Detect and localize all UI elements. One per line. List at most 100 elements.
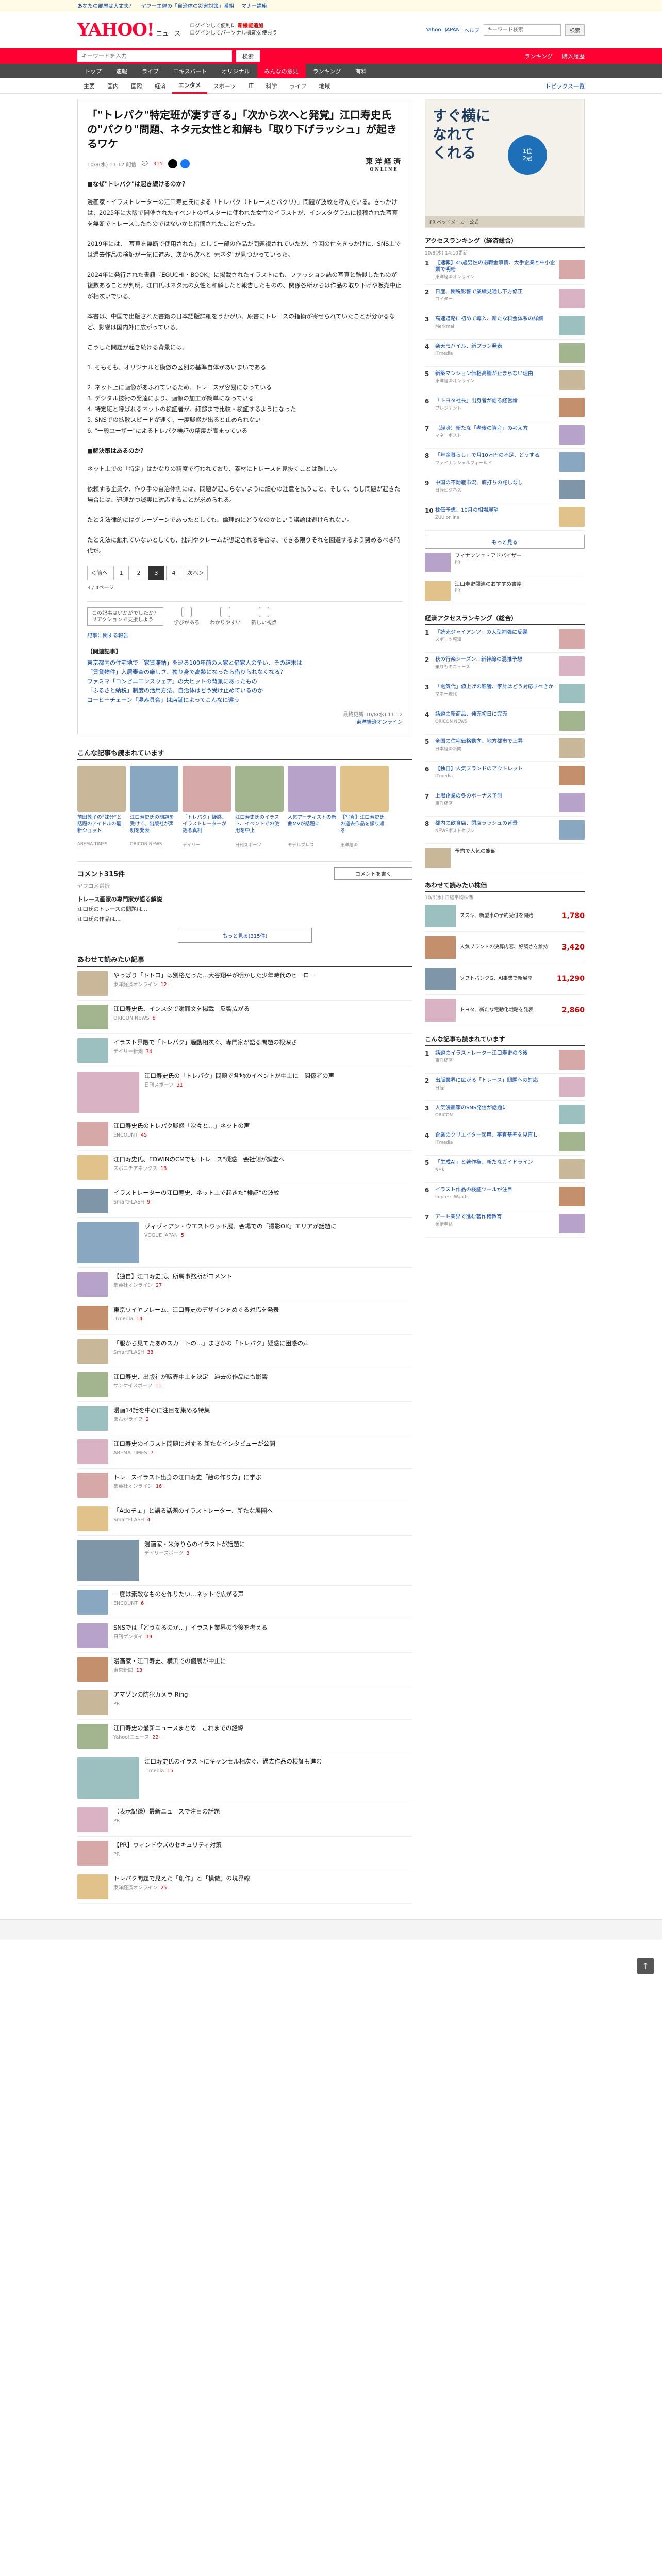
recommend-item[interactable]: トレースイラスト出身の江口寿史「絵の作り方」に学ぶ 集英社オンライン 16 [77,1469,412,1502]
photo-card[interactable]: 前田敦子の“妹分”と話題のアイドルの最新ショット ABEMA TIMES [77,766,126,848]
category-tab-6[interactable]: IT [242,78,259,94]
ranking-item[interactable]: 8 都内の飲食店、閉店ラッシュの背景 NEWSポストセブン [425,817,585,844]
recommend-item[interactable]: 一度は素敵なものを作りたい…ネットで広がる声 ENCOUNT 6 [77,1586,412,1619]
header-link-help[interactable]: ヘルプ [464,26,479,34]
recommend-item[interactable]: 江口寿史、出版社が販売中止を決定 過去の作品にも影響 サンケイスポーツ 11 [77,1368,412,1402]
publisher-logo[interactable]: 東洋経済 ONLINE [366,156,403,172]
reaction-clear[interactable]: わかりやすい [210,607,241,626]
nav-item-7[interactable]: 有料 [348,64,374,78]
recommend-item[interactable]: SNSでは「どうなるのか…」イラスト業界の今後を考える 日刊ゲンダイ 19 [77,1619,412,1653]
nav-item-4[interactable]: オリジナル [214,64,257,78]
category-tab-9[interactable]: 地域 [312,78,336,94]
recommend-item[interactable]: やっぱり「トトロ」は別格だった…大谷翔平が明かした少年時代のヒーロー 東洋経済オン… [77,967,412,1001]
x-share-icon[interactable] [168,159,177,168]
recommend-item[interactable]: 【独自】江口寿史氏、所属事務所がコメント 集英社オンライン 27 [77,1268,412,1301]
recommend-item[interactable]: 「Adoチェ」と語る話題のイラストレーター、新たな展開へ SmartFLASH 4 [77,1502,412,1536]
header-link-yahoo[interactable]: Yahoo! JAPAN [426,27,460,33]
recommend-item[interactable]: 【PR】ウィンドウズのセキュリティ対策 PR [77,1837,412,1870]
ranking-item[interactable]: 8 「年金暮らし」で月10万円の不足、どうする ファイナンシャルフィールド [425,449,585,476]
category-tab-3[interactable]: 経済 [148,78,172,94]
recommend-item[interactable]: 東京ワイヤフレーム、江口寿史のデザインをめぐる対応を発表 ITmedia 14 [77,1301,412,1335]
photo-card[interactable]: 「トレパク」疑惑、イラストレーターが語る真相 デイリー [183,766,231,848]
ranking-item[interactable]: 1 【速報】45歳男性の退職金事情、大手企業と中小企業で明暗 東洋経済オンライン [425,256,585,285]
eco-pr[interactable]: 予約で人気の旅館 [425,844,585,872]
category-tab-1[interactable]: 国内 [101,78,125,94]
recommend-item[interactable]: 「服から見てたあのスカートの…」まさかの「トレパク」疑惑に困惑の声 SmartFL… [77,1335,412,1368]
photo-card[interactable]: 江口寿史氏の問題を受けて、出版社が声明を発表 ORICON NEWS [130,766,178,848]
topics-list-link[interactable]: トピックス一覧 [545,82,585,90]
reaction-learn[interactable]: 学びがある [174,607,200,626]
comment-count[interactable]: 315 [153,161,163,167]
ranking-item[interactable]: 7 上場企業の冬のボーナス予測 東洋経済 [425,789,585,817]
pr-item[interactable]: 江口寿史関連のおすすめ書籍 PR [425,577,585,605]
recommend-item[interactable]: イラスト界隈で「トレパク」騒動相次ぐ、専門家が語る問題の根深さ デイリー新潮 34 [77,1034,412,1067]
recommend-item[interactable]: 江口寿史の最新ニュースまとめ これまでの経緯 Yahoo!ニュース 22 [77,1720,412,1753]
ranking-item[interactable]: 2 日産、関税影響で業績見通し下方修正 ロイター [425,285,585,312]
nav-item-2[interactable]: ライブ [135,64,166,78]
reaction-new[interactable]: 新しい視点 [251,607,277,626]
recommend-item[interactable]: 江口寿史氏、EDWINのCMでも"トレース"疑惑 会社側が調査へ スポニチアネック… [77,1151,412,1184]
sidebar-ad[interactable]: すぐ横に なれて くれる 1位 2冠 PR ベッドメーカー公式 [425,99,585,228]
ranking-item[interactable]: 6 「トヨタ社長」出身者が語る経営論 プレジデント [425,394,585,421]
page-link-0[interactable]: ＜前へ [87,566,111,580]
topbar-link-2[interactable]: ヤフー主催の「自治体の災害対策」番組 [141,2,234,9]
ranking-item[interactable]: 5 「生成AI」と著作権、新たなガイドライン NHK [425,1156,585,1183]
ranking-item[interactable]: 7 アート業界で進む著作権教育 美術手帖 [425,1210,585,1238]
photo-card[interactable]: 人気アーティストの新曲MVが話題に モデルプレス [288,766,336,848]
nav-item-6[interactable]: ランキング [306,64,349,78]
recommend-item[interactable]: 漫画14話を中心に注目を集める特集 まんがライフ 2 [77,1402,412,1435]
recommend-item[interactable]: 漫画家・江口寿史、横浜での個展が中止に 東京新聞 13 [77,1653,412,1686]
recommend-item[interactable]: 江口寿史のイラスト問題に対する 新たなインタビューが公開 ABEMA TIMES 7 [77,1435,412,1469]
recommend-item[interactable]: ヴィヴィアン・ウエストウッド展、会場での「撮影OK」エリアが話題に VOGUE J… [77,1218,412,1268]
ranking-item[interactable]: 3 人気漫画家のSNS発信が話題に ORICON [425,1101,585,1128]
ranking-item[interactable]: 1 話題のイラストレーター江口寿史の今後 東洋経済 [425,1046,585,1074]
related-link[interactable]: 「賃貸物件」入居審査の厳しさ、独り身で高齢になったら借りられなくなる？ [87,668,403,677]
category-tab-7[interactable]: 科学 [259,78,283,94]
stock-item[interactable]: スズキ、新型車の予約受付を開始 1,780 [425,901,585,932]
comment-icon[interactable]: 💬 [141,161,147,167]
topbar-link-1[interactable]: あなたの部屋は大丈夫？ [77,2,134,9]
back-to-top-button[interactable]: ↑ [637,1958,654,1974]
publisher-link[interactable]: 東洋経済オンライン [356,720,403,725]
more-comments-button[interactable]: もっと見る(315件) [178,928,312,943]
related-link[interactable]: 「ふるさと納税」制度の活用方法、自治体はどう受け止めているのか [87,686,403,696]
write-comment-button[interactable]: コメントを書く [334,867,412,880]
page-link-4[interactable]: 4 [166,566,181,580]
ranking-item[interactable]: 4 企業のクリエイター起用、審査基準を見直し ITmedia [425,1128,585,1156]
ranking-item[interactable]: 2 出版業界に広がる「トレース」問題への対応 日経 [425,1074,585,1101]
stock-item[interactable]: 人気ブランドの決算内容、好調さを維持 3,420 [425,932,585,963]
nav-item-3[interactable]: エキスパート [166,64,214,78]
ranking-item[interactable]: 5 新築マンション価格高騰が止まらない理由 東洋経済オンライン [425,367,585,394]
facebook-share-icon[interactable] [180,159,190,168]
category-tab-8[interactable]: ライフ [283,78,312,94]
page-link-3[interactable]: 3 [148,566,164,580]
ranking-item[interactable]: 7 （経済）新たな「老後の資産」の考え方 マネーポスト [425,421,585,449]
category-tab-0[interactable]: 主要 [77,78,101,94]
expert-comment-title[interactable]: トレース画家の専門家が語る解説 [77,895,412,903]
ranking-item[interactable]: 6 【独自】人気ブランドのアウトレット ITmedia [425,762,585,789]
access-more-button[interactable]: もっと見る [425,535,585,549]
header-search-input[interactable] [484,24,561,36]
recommend-item[interactable]: 江口寿史氏の「トレパク」問題で各地のイベントが中止に 関係者の声 日刊スポーツ 21 [77,1067,412,1117]
related-link[interactable]: 東京都内の住宅地で「家賃滞納」を巡る100年前の大家と借家人の争い、その結末は [87,658,403,668]
ranking-item[interactable]: 4 楽天モバイル、新プラン発表 ITmedia [425,340,585,367]
recommend-item[interactable]: （表示記録）最新ニュースで注目の話題 PR [77,1803,412,1837]
news-search-input[interactable] [77,50,232,62]
ranking-item[interactable]: 6 イラスト作品の検証ツールが注目 Impress Watch [425,1183,585,1210]
page-link-1[interactable]: 1 [113,566,129,580]
recommend-item[interactable]: 江口寿史氏のトレパク疑惑「次々と…」ネットの声 ENCOUNT 45 [77,1117,412,1151]
related-link[interactable]: ファミマ「コンビニエンスウェア」の大ヒットの背景にあったもの [87,677,403,686]
ranking-item[interactable]: 3 「電気代」値上げの影響、家計はどう対応すべきか マネー現代 [425,680,585,707]
nav-item-0[interactable]: トップ [77,64,109,78]
logo[interactable]: YAHOO! ニュース [77,20,180,40]
recommend-item[interactable]: トレパク問題で見えた「創作」と「模倣」の境界線 東洋経済オンライン 25 [77,1870,412,1904]
category-tab-2[interactable]: 国際 [125,78,148,94]
recommend-item[interactable]: 江口寿史氏のイラストにキャンセル相次ぐ、過去作品の検証も進む ITmedia 15 [77,1753,412,1803]
recommend-item[interactable]: アマゾンの防犯カメラ Ring PR [77,1686,412,1720]
ranking-item[interactable]: 10 株価予想、10月の相場展望 ZUU online [425,503,585,531]
page-link-5[interactable]: 次へ＞ [184,566,208,580]
recommend-item[interactable]: 江口寿史氏、インスタで謝罪文を掲載 反響広がる ORICON NEWS 8 [77,1001,412,1034]
ranking-item[interactable]: 9 中国の不動産市況、底打ちの兆しなし 日経ビジネス [425,476,585,503]
stock-item[interactable]: トヨタ、新たな電動化戦略を発表 2,860 [425,995,585,1026]
nav-item-1[interactable]: 速報 [109,64,135,78]
